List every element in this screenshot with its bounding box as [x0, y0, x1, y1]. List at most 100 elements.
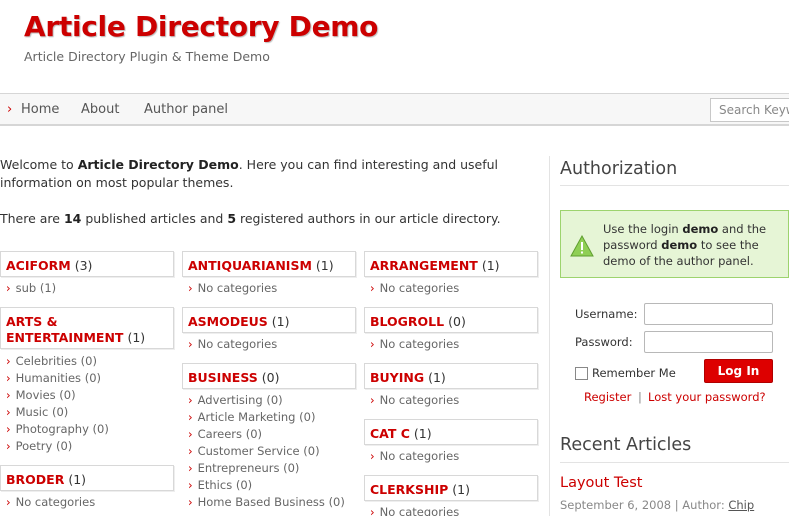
notice-text-part: Use the login [603, 222, 683, 236]
subcategory-count: (0) [283, 461, 300, 475]
login-button[interactable]: Log In [704, 359, 773, 383]
no-categories-text: No categories [379, 505, 460, 516]
subcategory-link[interactable]: Music [16, 405, 49, 419]
password-label: Password: [575, 335, 633, 349]
username-field[interactable] [644, 303, 773, 325]
category-link-clerkship[interactable]: CLERKSHIP [370, 482, 448, 497]
chevron-right-icon: › [6, 281, 11, 295]
intro-site-name: Article Directory Demo [77, 157, 239, 172]
chevron-right-icon: › [188, 337, 193, 351]
article-author-prefix: | Author: [671, 498, 729, 512]
subcategory-link[interactable]: Home Based Business [198, 495, 325, 509]
search-input[interactable] [710, 98, 789, 122]
subcategory-link[interactable]: Entrepreneurs [198, 461, 280, 475]
category-title: BUYING (1) [370, 370, 446, 386]
article-author-link[interactable]: Chip [728, 498, 754, 512]
category-count: (1) [452, 482, 470, 497]
subcategory-link[interactable]: Photography [16, 422, 89, 436]
category-link-aciform[interactable]: ACIFORM [6, 258, 71, 273]
stats-paragraph: There are 14 published articles and 5 re… [0, 210, 540, 228]
recent-article-link[interactable]: Layout Test [560, 475, 642, 491]
chevron-right-icon: › [188, 427, 193, 441]
category-title: BRODER (1) [6, 472, 86, 488]
category-title: ANTIQUARIANISM (1) [188, 258, 334, 274]
category-count: (1) [481, 258, 500, 273]
register-link[interactable]: Register [584, 390, 631, 404]
article-date: September 6, 2008 [560, 498, 672, 512]
category-title: ASMODEUS (1) [188, 314, 290, 330]
category-box-arts-entertainment: ARTS & ENTERTAINMENT (1) [0, 307, 174, 349]
chevron-right-icon: › [188, 393, 193, 407]
category-link-business[interactable]: BUSINESS [188, 370, 258, 385]
subcategory-item: › No categories [370, 393, 459, 407]
chevron-right-icon: › [6, 495, 11, 509]
category-link-buying[interactable]: BUYING [370, 370, 424, 385]
category-link-antiquarianism[interactable]: ANTIQUARIANISM [188, 258, 312, 273]
category-box-aciform: ACIFORM (3) [0, 251, 174, 277]
subcategory-item: › Advertising (0) [188, 393, 283, 407]
no-categories-text: No categories [379, 449, 460, 463]
subcategory-item: › No categories [370, 449, 459, 463]
category-title: BLOGROLL (0) [370, 314, 466, 330]
subcategory-item: › Music (0) [6, 405, 68, 419]
subcategory-item: › Celebrities (0) [6, 354, 97, 368]
chevron-right-icon: › [6, 354, 11, 368]
intro-paragraph: Welcome to Article Directory Demo. Here … [0, 156, 520, 192]
subcategory-count: (0) [235, 478, 253, 492]
chevron-right-icon: › [188, 281, 193, 295]
category-link-broder[interactable]: BRODER [6, 472, 64, 487]
category-link-arts[interactable]: ARTS & [6, 314, 58, 329]
category-count: (1) [271, 314, 290, 329]
subcategory-link[interactable]: Celebrities [16, 354, 77, 368]
subcategory-item: › Photography (0) [6, 422, 109, 436]
subcategory-link[interactable]: Customer Service [198, 444, 300, 458]
password-field[interactable] [644, 331, 773, 353]
sidebar-divider [549, 156, 550, 516]
subcategory-item: › No categories [188, 337, 277, 351]
category-count: (3) [74, 258, 93, 273]
subcategory-item: › Home Based Business (0) [188, 495, 345, 509]
category-link-cat-c[interactable]: CAT C [370, 426, 410, 441]
nav-item-author-panel[interactable]: Author panel [144, 102, 228, 117]
chevron-right-icon: › [188, 444, 193, 458]
chevron-right-icon: › [188, 495, 193, 509]
category-link-asmodeus[interactable]: ASMODEUS [188, 314, 268, 329]
subcategory-link[interactable]: sub [16, 281, 37, 295]
stats-text: published articles and [81, 211, 228, 226]
category-box-cat-c: CAT C (1) [364, 419, 538, 445]
lost-password-link[interactable]: Lost your password? [648, 390, 766, 404]
subcategory-item: › Customer Service (0) [188, 444, 320, 458]
category-count: (0) [261, 370, 280, 385]
category-count: (0) [448, 314, 466, 329]
subcategory-count: (0) [55, 439, 73, 453]
subcategory-link[interactable]: Humanities [16, 371, 81, 385]
chevron-right-icon: › [6, 405, 11, 419]
authorization-heading: Authorization [560, 159, 678, 179]
category-link-entertainment[interactable]: ENTERTAINMENT [6, 330, 123, 345]
category-link-arrangement[interactable]: ARRANGEMENT [370, 258, 478, 273]
subcategory-link[interactable]: Careers [198, 427, 242, 441]
category-link-blogroll[interactable]: BLOGROLL [370, 314, 444, 329]
chevron-right-icon: › [370, 337, 375, 351]
login-notice: Use the login demo and the password demo… [560, 210, 789, 278]
subcategory-link[interactable]: Advertising [198, 393, 263, 407]
subcategory-link[interactable]: Ethics [198, 478, 233, 492]
subcategory-count: (0) [303, 444, 320, 458]
subcategory-item: › No categories [6, 495, 95, 509]
recent-articles-heading: Recent Articles [560, 435, 692, 455]
remember-me-label[interactable]: Remember Me [592, 366, 676, 380]
subcategory-item: › No categories [370, 281, 459, 295]
nav-item-home[interactable]: Home [21, 102, 59, 117]
category-box-broder: BRODER (1) [0, 465, 174, 491]
nav-item-about[interactable]: About [81, 102, 119, 117]
site-title[interactable]: Article Directory Demo [24, 10, 378, 43]
subcategory-link[interactable]: Article Marketing [198, 410, 296, 424]
intro-text: Welcome to [0, 157, 78, 172]
subcategory-link[interactable]: Poetry [16, 439, 53, 453]
subcategory-item: › Movies (0) [6, 388, 76, 402]
category-title: CLERKSHIP (1) [370, 482, 470, 498]
subcategory-link[interactable]: Movies [16, 388, 56, 402]
category-title: ARRANGEMENT (1) [370, 258, 500, 274]
subcategory-count: (0) [245, 427, 262, 441]
remember-me-checkbox[interactable] [575, 367, 588, 380]
